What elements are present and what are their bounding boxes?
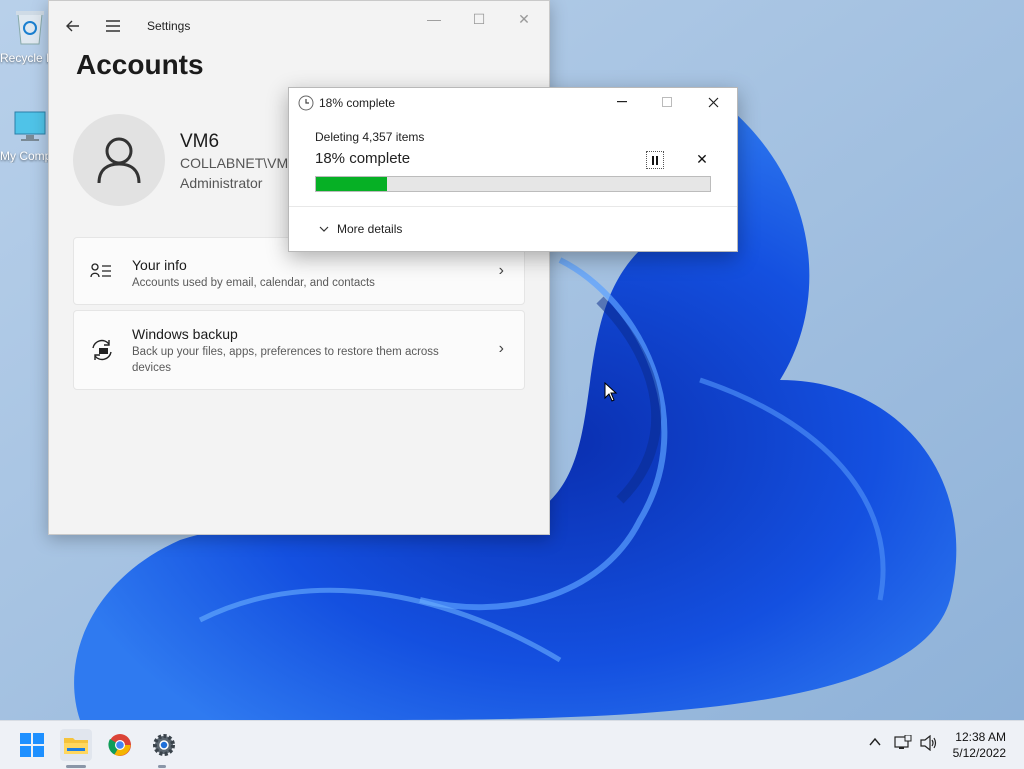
clock[interactable]: 12:38 AM 5/12/2022 [953, 729, 1006, 761]
avatar [73, 114, 165, 206]
operation-text: Deleting 4,357 items [315, 130, 425, 144]
settings-gear-icon [153, 734, 175, 756]
start-icon [20, 733, 44, 757]
maximize-button[interactable]: ☐ [464, 9, 494, 29]
delete-progress-dialog[interactable]: 18% complete Deleting 4,357 items 18% co… [288, 87, 738, 252]
dialog-title: 18% complete [319, 96, 396, 110]
mouse-cursor-icon [604, 382, 618, 402]
progress-bar [315, 176, 711, 192]
minimize-button[interactable]: — [419, 9, 449, 29]
card-title: Your info [132, 257, 187, 273]
taskbar-chrome[interactable] [104, 729, 136, 761]
recycle-bin-icon [16, 11, 44, 45]
window-title: Settings [147, 19, 191, 33]
clock-icon [298, 95, 314, 111]
card-title: Windows backup [132, 326, 238, 342]
progress-status: 18% complete [315, 150, 411, 167]
taskbar-file-explorer[interactable] [60, 729, 92, 761]
card-windows-backup[interactable]: Windows backup Back up your files, apps,… [73, 310, 525, 390]
card-subtitle: Back up your files, apps, preferences to… [132, 346, 439, 374]
user-role: Administrator [180, 175, 263, 191]
hamburger-menu-icon[interactable] [103, 17, 123, 35]
back-arrow-icon[interactable] [63, 17, 83, 35]
computer-icon [14, 111, 46, 141]
close-button[interactable]: ✕ [509, 9, 539, 29]
cancel-button[interactable]: ✕ [694, 151, 710, 167]
more-details-toggle[interactable]: More details [319, 222, 402, 236]
settings-titlebar[interactable]: Settings — ☐ ✕ [49, 1, 549, 51]
pause-icon [652, 155, 658, 165]
taskbar[interactable]: 12:38 AM 5/12/2022 [0, 720, 1024, 769]
chevron-right-icon: › [498, 340, 504, 357]
volume-icon[interactable] [920, 735, 938, 751]
progress-bar-fill [316, 177, 387, 191]
chevron-up-icon[interactable] [868, 735, 882, 749]
close-button[interactable] [698, 92, 728, 112]
divider [289, 206, 737, 207]
file-explorer-icon [64, 738, 88, 754]
start-button[interactable] [16, 729, 48, 761]
user-avatar-icon [97, 137, 141, 184]
user-name: VM6 [180, 131, 220, 152]
maximize-button [652, 92, 682, 112]
settings-window[interactable]: Settings — ☐ ✕ Accounts VM6 COLLABNET\VM… [48, 0, 550, 535]
card-subtitle: Accounts used by email, calendar, and co… [132, 277, 375, 289]
chevron-right-icon: › [498, 262, 504, 279]
network-icon[interactable] [894, 735, 912, 751]
more-details-label: More details [337, 222, 403, 236]
chevron-down-icon [319, 226, 329, 232]
user-domain: COLLABNET\VM6 [180, 155, 296, 171]
chrome-icon [108, 734, 131, 756]
page-title: Accounts [76, 49, 204, 80]
clock-time: 12:38 AM [955, 730, 1006, 744]
taskbar-settings[interactable] [148, 729, 180, 761]
pause-button[interactable] [646, 151, 664, 169]
minimize-button[interactable] [607, 92, 637, 112]
contact-list-icon [90, 263, 111, 278]
clock-date: 5/12/2022 [952, 746, 1006, 760]
backup-sync-icon [92, 339, 112, 361]
